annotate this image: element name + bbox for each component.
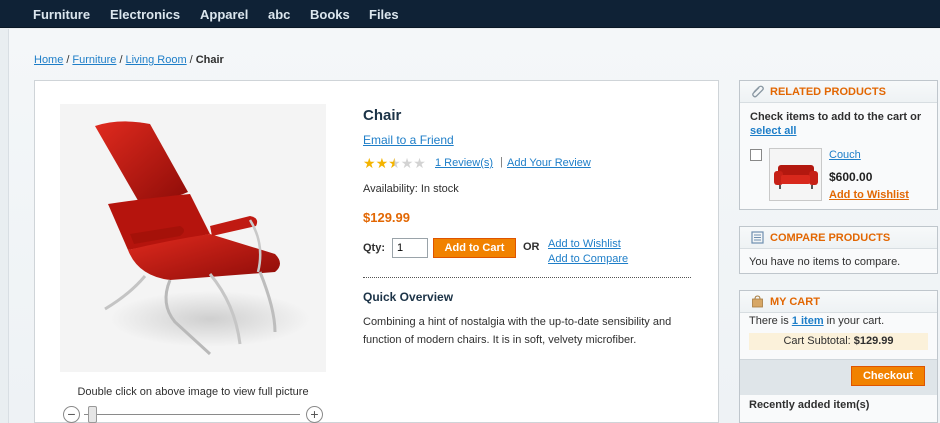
or-label: OR <box>523 241 540 253</box>
quick-overview-title: Quick Overview <box>363 290 454 304</box>
couch-thumbnail[interactable] <box>769 148 822 201</box>
product-image[interactable] <box>60 104 326 372</box>
qty-label: Qty: <box>363 242 385 254</box>
add-to-compare-link[interactable]: Add to Compare <box>548 253 628 265</box>
cart-text-after: in your cart. <box>826 315 885 327</box>
zoom-slider-handle[interactable] <box>88 406 97 423</box>
nav-item-abc[interactable]: abc <box>268 7 290 22</box>
breadcrumb-separator: / <box>119 54 123 66</box>
select-all-link[interactable]: select all <box>750 125 796 137</box>
related-intro: Check items to add to the cart or select… <box>750 110 930 138</box>
breadcrumb-home[interactable]: Home <box>34 54 63 66</box>
cart-bag-icon <box>752 295 763 308</box>
compare-empty-text: You have no items to compare. <box>749 256 901 268</box>
cart-summary-text: There is 1 item in your cart. <box>749 315 884 327</box>
recently-added-title: Recently added item(s) <box>749 399 870 411</box>
nav-item-electronics[interactable]: Electronics <box>110 7 180 22</box>
compare-products-header: Compare Products <box>740 227 937 249</box>
breadcrumb-living-room[interactable]: Living Room <box>126 54 187 66</box>
star-full-icon: ★ <box>375 155 389 171</box>
compare-products-title: Compare Products <box>770 232 891 244</box>
zoom-in-button[interactable]: + <box>306 406 323 423</box>
star-empty-icon: ★ <box>413 155 426 171</box>
related-item-checkbox[interactable] <box>750 149 762 161</box>
product-price: $129.99 <box>363 210 410 225</box>
email-friend-link[interactable]: Email to a Friend <box>363 133 454 147</box>
related-products-header: Related Products <box>740 81 937 103</box>
availability-status: Availability: In stock <box>363 183 459 195</box>
reviews-link[interactable]: 1 Review(s) <box>435 157 493 169</box>
my-cart-title: My Cart <box>770 296 820 308</box>
top-navigation: Furniture Electronics Apparel abc Books … <box>0 0 940 28</box>
compare-list-icon <box>751 231 764 244</box>
zoom-out-button[interactable]: − <box>63 406 80 423</box>
review-separator: | <box>500 156 503 168</box>
quick-overview-text: Combining a hint of nostalgia with the u… <box>363 316 672 346</box>
divider <box>363 277 691 278</box>
related-item-price: $600.00 <box>829 170 873 184</box>
star-full-icon: ★ <box>363 155 376 171</box>
paperclip-icon <box>752 85 764 98</box>
checkout-button[interactable]: Checkout <box>851 366 925 386</box>
qty-input[interactable] <box>392 238 428 258</box>
related-item-name[interactable]: Couch <box>829 149 861 161</box>
breadcrumb-furniture[interactable]: Furniture <box>72 54 116 66</box>
zoom-hint: Double click on above image to view full… <box>77 386 309 398</box>
related-intro-text: Check items to add to the cart or <box>750 111 922 123</box>
compare-products-block: Compare Products You have no items to co… <box>739 226 938 274</box>
chair-image <box>95 121 310 356</box>
star-half-icon: ★ <box>388 155 401 171</box>
cart-subtotal-label: Cart Subtotal: <box>783 335 851 347</box>
product-name: Chair <box>363 107 402 124</box>
couch-image <box>770 149 821 200</box>
breadcrumb-current: Chair <box>195 54 224 66</box>
nav-item-books[interactable]: Books <box>310 7 350 22</box>
add-to-cart-button[interactable]: Add to Cart <box>433 238 516 258</box>
rating-stars: ★★★★★ <box>363 156 426 170</box>
my-cart-block: My Cart There is 1 item in your cart. Ca… <box>739 290 938 423</box>
related-products-block: Related Products Check items to add to t… <box>739 80 938 210</box>
star-empty-icon: ★ <box>400 155 414 171</box>
breadcrumb: Home / Furniture / Living Room / Chair <box>34 54 224 66</box>
checkout-area: Checkout <box>740 359 937 395</box>
nav-item-files[interactable]: Files <box>369 7 399 22</box>
breadcrumb-separator: / <box>66 54 70 66</box>
cart-subtotal-value: $129.99 <box>853 335 894 347</box>
cart-text-before: There is <box>749 315 789 327</box>
add-review-link[interactable]: Add Your Review <box>507 157 591 169</box>
nav-item-furniture[interactable]: Furniture <box>33 7 90 22</box>
nav-item-apparel[interactable]: Apparel <box>200 7 248 22</box>
cart-subtotal: Cart Subtotal: $129.99 <box>749 333 928 350</box>
breadcrumb-separator: / <box>189 54 193 66</box>
related-add-to-wishlist-link[interactable]: Add to Wishlist <box>829 189 909 201</box>
my-cart-header: My Cart <box>740 291 937 313</box>
add-to-wishlist-link[interactable]: Add to Wishlist <box>548 238 621 250</box>
zoom-slider-track[interactable] <box>84 414 300 415</box>
related-products-title: Related Products <box>770 86 886 98</box>
cart-item-count-link[interactable]: 1 item <box>792 315 824 327</box>
